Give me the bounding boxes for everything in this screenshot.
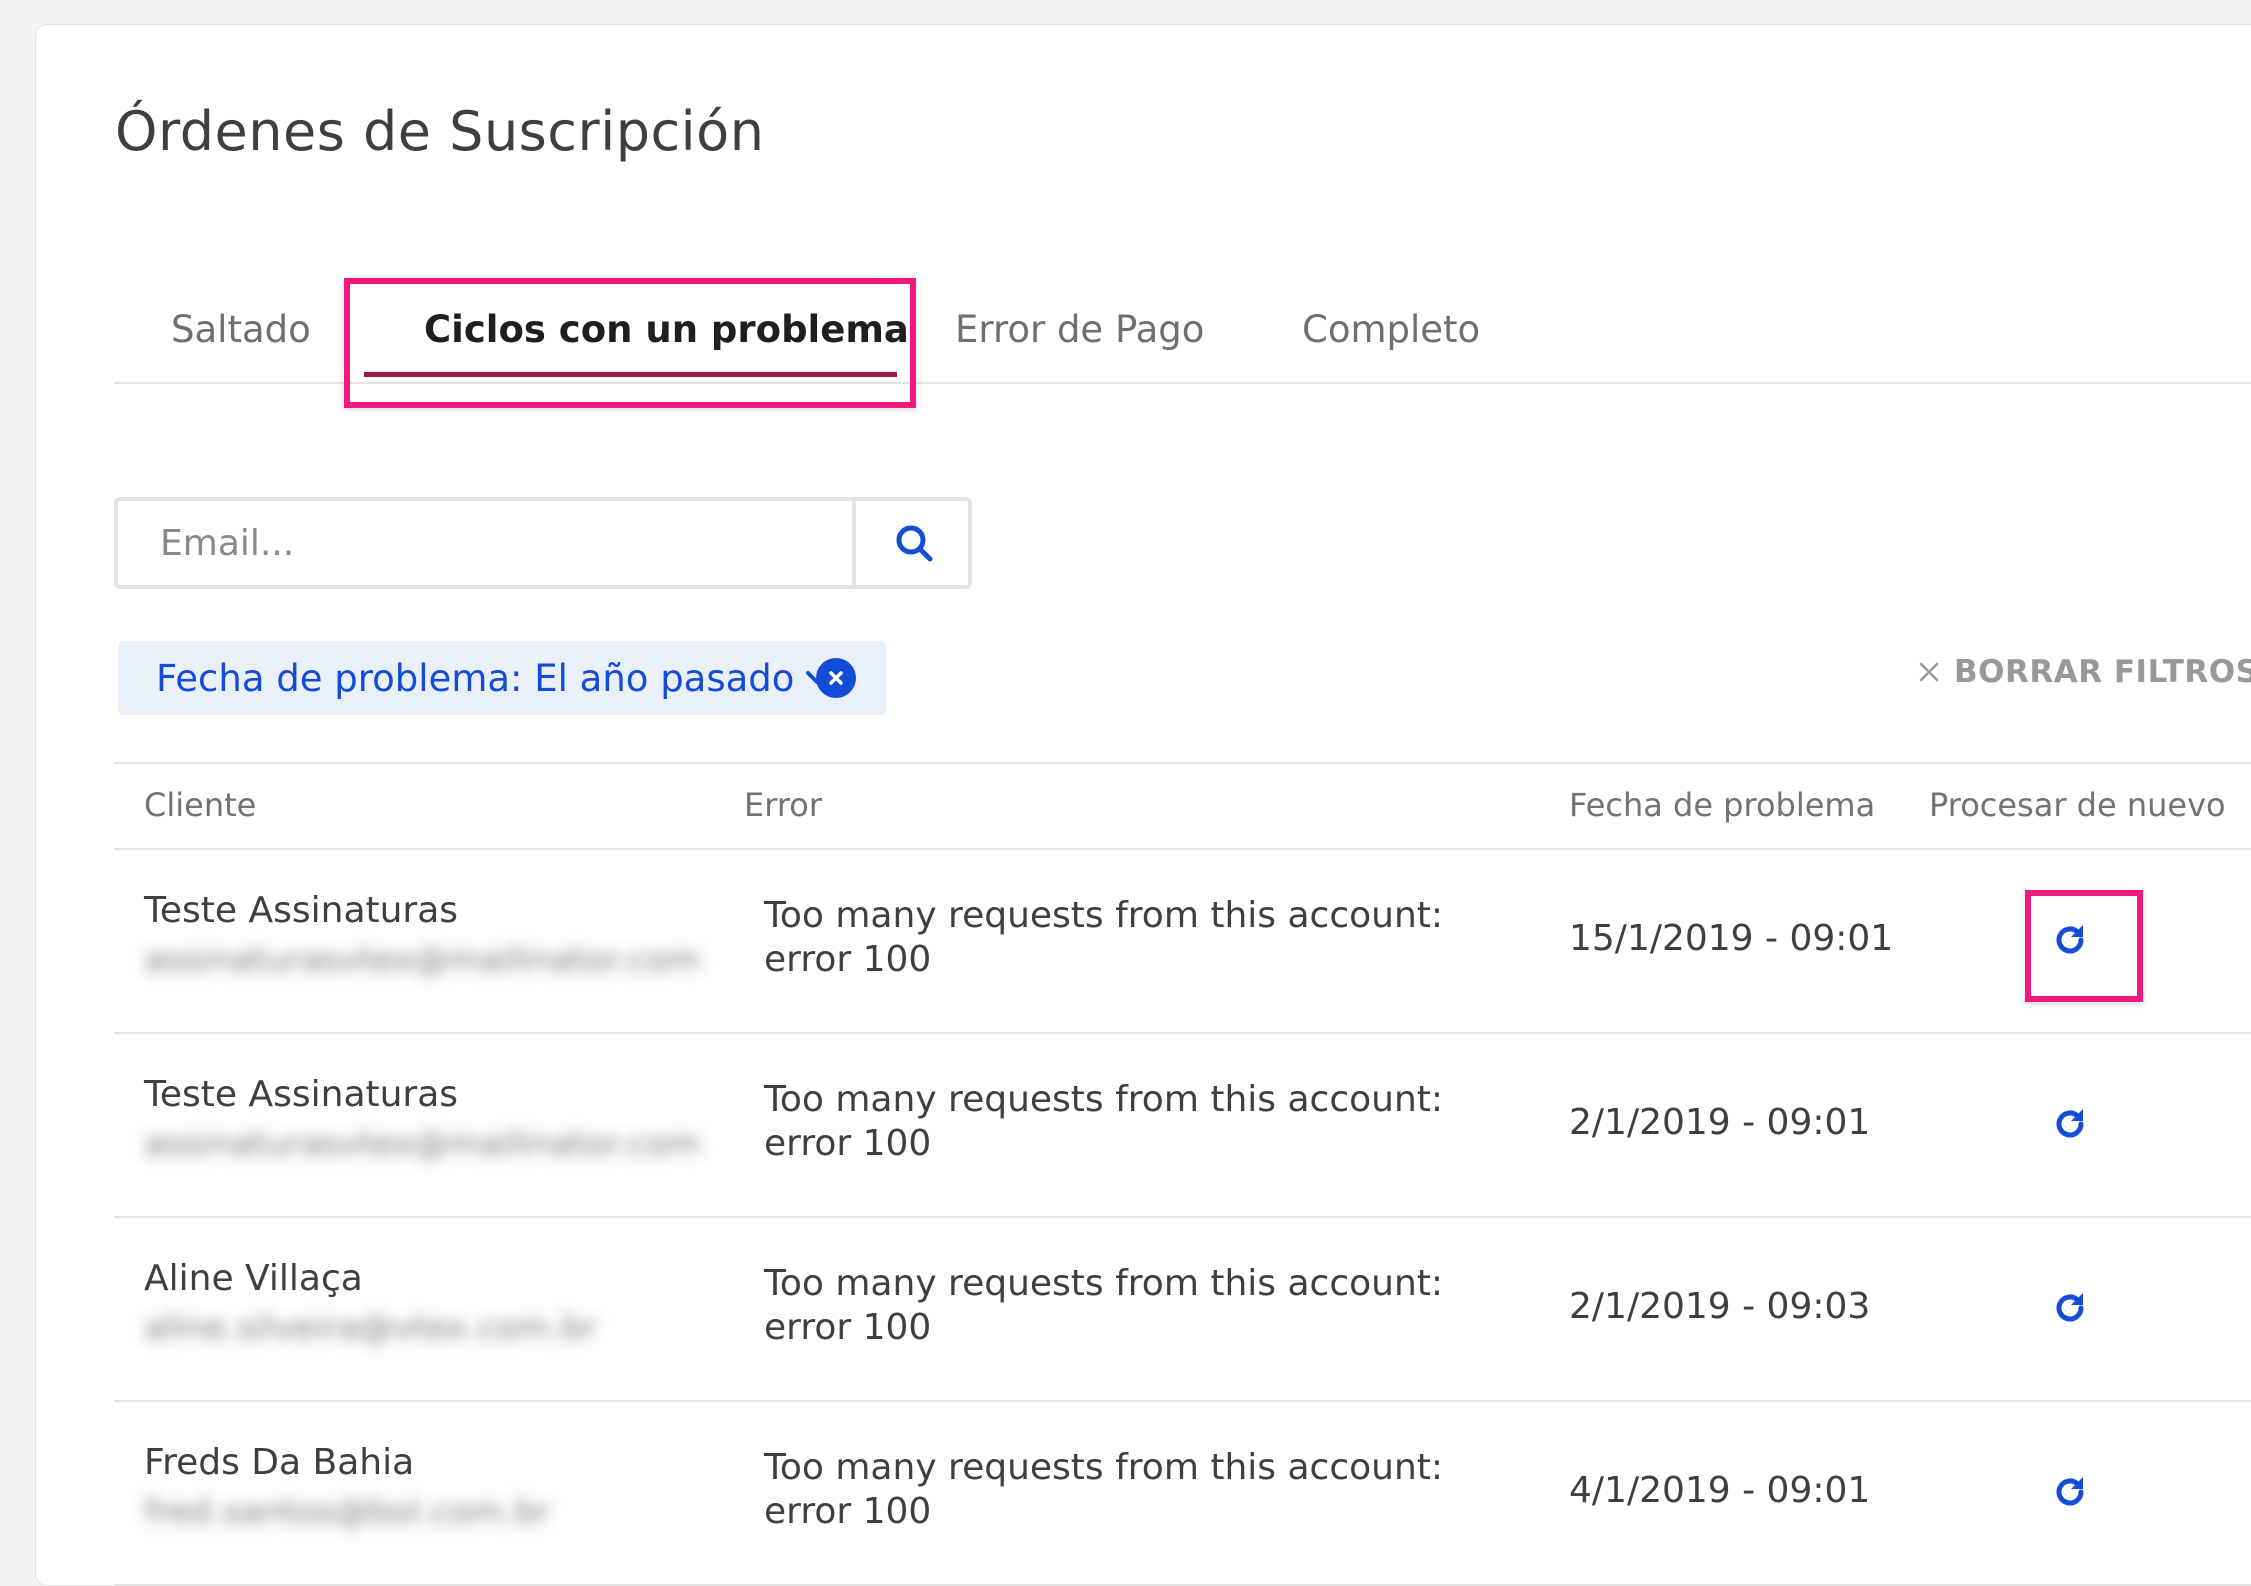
problem-cycles-table: Cliente Error Fecha de problema Procesar… [114, 762, 2251, 1586]
search-icon [894, 523, 934, 563]
reprocess-button[interactable] [2044, 914, 2096, 966]
close-icon [1918, 661, 1940, 683]
refresh-icon [2050, 1104, 2090, 1144]
page-title: Órdenes de Suscripción [115, 100, 765, 163]
error-message: Too many requests from this account: err… [764, 1447, 1444, 1532]
tab-saltado[interactable]: Saltado [171, 308, 311, 351]
column-header-fecha[interactable]: Fecha de problema [1569, 786, 1875, 824]
active-tab-indicator [364, 372, 897, 377]
email-search [114, 497, 972, 589]
search-button[interactable] [852, 501, 972, 585]
client-email: assinaturasvtex@mailinator.com [144, 1124, 701, 1164]
column-header-error[interactable]: Error [744, 786, 822, 824]
table-row: Freds Da Bahia fred.santos@bol.com.br To… [114, 1402, 2251, 1586]
problem-date: 4/1/2019 - 09:01 [1569, 1470, 1871, 1511]
tab-ciclos-con-un-problema[interactable]: Ciclos con un problema [424, 308, 909, 351]
refresh-icon [2050, 1472, 2090, 1512]
table-row: Aline Villaça aline.silveira@vtex.com.br… [114, 1218, 2251, 1402]
date-filter-chip[interactable]: Fecha de problema: El año pasado [118, 641, 886, 715]
email-search-input[interactable] [118, 501, 852, 585]
reprocess-button[interactable] [2044, 1466, 2096, 1518]
table-header: Cliente Error Fecha de problema Procesar… [114, 762, 2251, 850]
client-email: assinaturasvtex@mailinator.com [144, 940, 701, 980]
reprocess-button[interactable] [2044, 1098, 2096, 1150]
problem-date: 2/1/2019 - 09:03 [1569, 1286, 1871, 1327]
error-message: Too many requests from this account: err… [764, 1079, 1444, 1164]
client-name: Teste Assinaturas [144, 1074, 459, 1115]
problem-date: 15/1/2019 - 09:01 [1569, 918, 1894, 959]
client-email: aline.silveira@vtex.com.br [144, 1308, 597, 1348]
refresh-icon [2050, 920, 2090, 960]
column-header-cliente[interactable]: Cliente [144, 786, 256, 824]
column-header-procesar[interactable]: Procesar de nuevo [1929, 786, 2226, 824]
clear-filters-button[interactable]: BORRAR FILTROS [1918, 654, 2251, 690]
refresh-icon [2050, 1288, 2090, 1328]
table-row: Teste Assinaturas assinaturasvtex@mailin… [114, 1034, 2251, 1218]
error-message: Too many requests from this account: err… [764, 895, 1444, 980]
tab-bar: Saltado Ciclos con un problema Error de … [114, 280, 2251, 384]
problem-date: 2/1/2019 - 09:01 [1569, 1102, 1871, 1143]
error-message: Too many requests from this account: err… [764, 1263, 1444, 1348]
clear-filters-label: BORRAR FILTROS [1954, 654, 2251, 690]
reprocess-button[interactable] [2044, 1282, 2096, 1334]
client-name: Teste Assinaturas [144, 890, 459, 931]
client-name: Freds Da Bahia [144, 1442, 415, 1483]
client-email: fred.santos@bol.com.br [144, 1492, 551, 1532]
remove-filter-icon[interactable] [816, 658, 856, 698]
client-name: Aline Villaça [144, 1258, 363, 1299]
tab-error-de-pago[interactable]: Error de Pago [955, 308, 1204, 351]
filter-chip-label: Fecha de problema: El año pasado [156, 656, 795, 700]
tab-completo[interactable]: Completo [1302, 308, 1480, 351]
table-row: Teste Assinaturas assinaturasvtex@mailin… [114, 850, 2251, 1034]
